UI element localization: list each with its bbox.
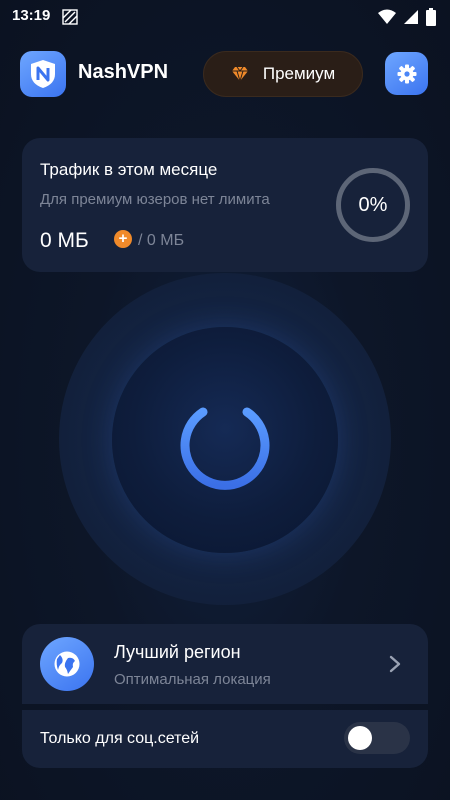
region-selector[interactable]: Лучший регион Оптимальная локация (22, 624, 428, 704)
app-logo (20, 51, 66, 97)
connect-power-button[interactable] (112, 327, 338, 553)
status-icons (378, 8, 436, 26)
traffic-card: Трафик в этом месяце Для премиум юзеров … (22, 138, 428, 272)
region-title: Лучший регион (114, 642, 241, 662)
traffic-used: 0 МБ (40, 229, 89, 252)
signal-icon (404, 10, 418, 24)
status-time: 13:19 (12, 7, 51, 24)
gear-icon (397, 64, 416, 83)
toggle-knob (348, 726, 372, 750)
traffic-title: Трафик в этом месяце (40, 160, 218, 179)
social-only-toggle[interactable] (344, 722, 410, 754)
wifi-icon (378, 9, 396, 24)
status-bar: 13:19 (0, 0, 450, 34)
social-only-row: Только для соц.сетей (22, 710, 428, 768)
traffic-limit: / 0 МБ (138, 232, 185, 249)
region-globe-badge (40, 637, 94, 691)
add-traffic-button[interactable]: + (114, 230, 132, 248)
traffic-percent: 0% (358, 194, 388, 216)
app-title: NashVPN (78, 61, 169, 83)
premium-label: Премиум (262, 64, 336, 83)
battery-icon (426, 8, 436, 26)
social-only-label: Только для соц.сетей (40, 730, 200, 747)
settings-button[interactable] (385, 52, 428, 95)
premium-button[interactable]: Премиум (203, 51, 363, 97)
data-saver-icon (62, 9, 78, 25)
shield-n-icon (31, 60, 55, 88)
traffic-subtitle: Для премиум юзеров нет лимита (40, 191, 270, 208)
diamond-icon (231, 66, 248, 82)
region-subtitle: Оптимальная локация (114, 671, 271, 688)
globe-icon (54, 651, 80, 677)
power-icon (180, 389, 270, 490)
chevron-right-icon (389, 655, 401, 673)
